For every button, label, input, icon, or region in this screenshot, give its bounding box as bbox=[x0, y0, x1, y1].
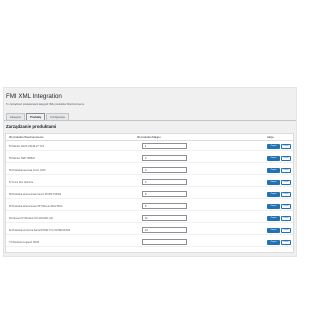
magno-id-input[interactable] bbox=[142, 203, 187, 209]
product-name: 57 Lione Pen Optimize bbox=[9, 181, 34, 184]
page-title: FMI XML Integration bbox=[6, 93, 62, 100]
product-name: 55 Monitor SSB TD9624 bbox=[9, 157, 35, 160]
delete-button[interactable]: Usuń bbox=[281, 239, 291, 245]
save-button[interactable]: Zapisz bbox=[267, 167, 280, 173]
table-row: 57 Lione Pen Optimize Zapisz Usuń bbox=[6, 178, 293, 187]
product-name: 58 Drukarka atramentowa Canon PIXMA TS33… bbox=[9, 193, 62, 196]
delete-button[interactable]: Usuń bbox=[281, 155, 291, 161]
table-header: ID produktu WooCommerce ID produktu Magn… bbox=[6, 134, 293, 141]
save-button[interactable]: Zapisz bbox=[267, 227, 280, 233]
header-woocommerce-id: ID produktu WooCommerce bbox=[9, 135, 44, 139]
magno-id-input[interactable] bbox=[142, 227, 187, 233]
save-button[interactable]: Zapisz bbox=[267, 239, 280, 245]
magno-id-input[interactable] bbox=[142, 155, 187, 161]
table-row: 62 Drukarka termiczna Zebra/XSTAR Tmx 51… bbox=[6, 226, 293, 235]
product-name: 56 Drukarka laserowa Xerox C310 bbox=[9, 169, 46, 172]
table-row: 54 Monitor ASUS VZ24E 27" Full Zapisz Us… bbox=[6, 142, 293, 151]
magno-id-input[interactable] bbox=[142, 143, 187, 149]
magno-id-input[interactable] bbox=[142, 191, 187, 197]
product-name: 60 Kamera IP Hikvision DS-2CD1011-I(F) bbox=[9, 217, 54, 220]
header-actions: Akcje bbox=[267, 135, 274, 139]
save-button[interactable]: Zapisz bbox=[267, 191, 280, 197]
magno-id-input[interactable] bbox=[142, 179, 187, 185]
tabs-divider bbox=[4, 120, 296, 121]
table-row: 56 Drukarka laserowa Xerox C310 Zapisz U… bbox=[6, 166, 293, 175]
magno-id-input[interactable] bbox=[142, 167, 187, 173]
save-button[interactable]: Zapisz bbox=[267, 203, 280, 209]
header-magno-id: ID produktu Magno bbox=[137, 135, 161, 139]
delete-button[interactable]: Usuń bbox=[281, 215, 291, 221]
tab-konfiguracja[interactable]: Konfiguracja bbox=[46, 113, 69, 120]
delete-button[interactable]: Usuń bbox=[281, 191, 291, 197]
save-button[interactable]: Zapisz bbox=[267, 179, 280, 185]
product-name: 73 Obudowa Logitech HD45 bbox=[9, 241, 40, 244]
delete-button[interactable]: Usuń bbox=[281, 203, 291, 209]
table-row: 58 Drukarka atramentowa Canon PIXMA TS33… bbox=[6, 190, 293, 199]
product-name: 54 Monitor ASUS VZ24E 27" Full bbox=[9, 145, 44, 148]
magno-id-input[interactable] bbox=[142, 239, 187, 245]
delete-button[interactable]: Usuń bbox=[281, 167, 291, 173]
section-title: Zarządzanie produktami bbox=[6, 124, 57, 129]
products-table: ID produktu WooCommerce ID produktu Magn… bbox=[5, 133, 294, 253]
page: FMI XML Integration Tu zarządzasz powiąz… bbox=[0, 0, 302, 333]
table-row: 60 Kamera IP Hikvision DS-2CD1011-I(F) Z… bbox=[6, 214, 293, 223]
save-button[interactable]: Zapisz bbox=[267, 155, 280, 161]
delete-button[interactable]: Usuń bbox=[281, 143, 291, 149]
delete-button[interactable]: Usuń bbox=[281, 179, 291, 185]
table-row: 55 Monitor SSB TD9624 Zapisz Usuń bbox=[6, 154, 293, 163]
product-name: 59 Drukarka atramentowa HP OfficeJet 801… bbox=[9, 205, 63, 208]
magno-id-input[interactable] bbox=[142, 215, 187, 221]
save-button[interactable]: Zapisz bbox=[267, 215, 280, 221]
page-description: Tu zarządzasz powiązaniami kategorii XML… bbox=[6, 103, 85, 106]
save-button[interactable]: Zapisz bbox=[267, 143, 280, 149]
product-name: 62 Drukarka termiczna Zebra/XSTAR Tmx 51… bbox=[9, 229, 71, 232]
table-row: 73 Obudowa Logitech HD45 Zapisz Usuń bbox=[6, 238, 293, 247]
delete-button[interactable]: Usuń bbox=[281, 227, 291, 233]
tab-kategorie[interactable]: Kategorie bbox=[6, 113, 26, 120]
table-row: 59 Drukarka atramentowa HP OfficeJet 801… bbox=[6, 202, 293, 211]
tab-produkty[interactable]: Produkty bbox=[26, 113, 46, 120]
